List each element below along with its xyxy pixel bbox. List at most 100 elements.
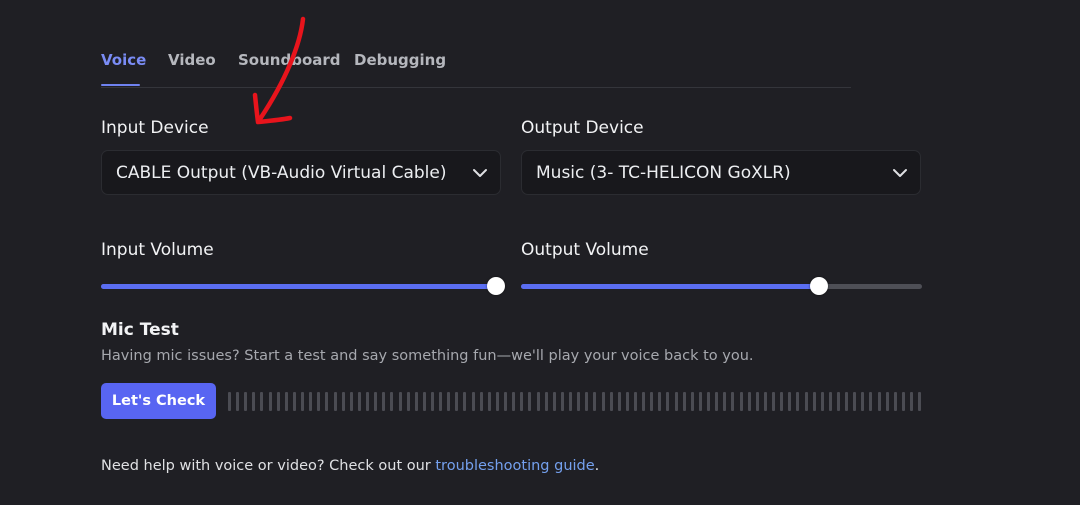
- meter-bar: [487, 392, 491, 411]
- tab-video[interactable]: Video: [168, 51, 216, 69]
- output-device-label: Output Device: [521, 118, 644, 138]
- output-volume-label: Output Volume: [521, 240, 649, 260]
- slider-fill: [101, 284, 496, 289]
- meter-bar: [828, 392, 832, 411]
- input-device-label: Input Device: [101, 118, 209, 138]
- meter-bar: [349, 392, 353, 411]
- meter-bar: [918, 392, 922, 411]
- tab-voice[interactable]: Voice: [101, 51, 146, 69]
- meter-bar: [788, 392, 792, 411]
- output-device-value: Music (3- TC-HELICON GoXLR): [536, 163, 791, 183]
- meter-bar: [910, 392, 914, 411]
- red-arrow-annotation: [252, 16, 306, 125]
- meter-bar: [747, 392, 751, 411]
- meter-bar: [528, 392, 532, 411]
- meter-bar: [625, 392, 629, 411]
- meter-bar: [609, 392, 613, 411]
- mic-level-meter: [228, 392, 922, 411]
- meter-bar: [690, 392, 694, 411]
- meter-bar: [520, 392, 524, 411]
- meter-bar: [447, 392, 451, 411]
- meter-bar: [820, 392, 824, 411]
- meter-bar: [577, 392, 581, 411]
- meter-bar: [601, 392, 605, 411]
- slider-thumb[interactable]: [486, 277, 505, 295]
- meter-bar: [357, 392, 361, 411]
- meter-bar: [642, 392, 646, 411]
- meter-bar: [715, 392, 719, 411]
- settings-tabs: Voice Video Soundboard Debugging: [101, 48, 851, 88]
- meter-bar: [731, 392, 735, 411]
- meter-bar: [406, 392, 410, 411]
- meter-bar: [414, 392, 418, 411]
- chevron-down-icon: [473, 169, 487, 177]
- meter-bar: [268, 392, 272, 411]
- meter-bar: [398, 392, 402, 411]
- meter-bar: [236, 392, 240, 411]
- meter-bar: [374, 392, 378, 411]
- meter-bar: [431, 392, 434, 411]
- meter-bar: [455, 392, 459, 411]
- meter-bar: [593, 392, 597, 411]
- meter-bar: [560, 392, 564, 411]
- help-prefix: Need help with voice or video? Check out…: [101, 458, 436, 474]
- slider-thumb[interactable]: [810, 277, 829, 295]
- meter-bar: [845, 392, 849, 411]
- meter-bar: [780, 392, 784, 411]
- meter-bar: [366, 392, 370, 411]
- meter-bar: [228, 392, 231, 411]
- meter-bar: [853, 392, 857, 411]
- meter-bar: [544, 392, 548, 411]
- troubleshooting-guide-link[interactable]: troubleshooting guide: [435, 458, 594, 474]
- meter-bar: [471, 392, 475, 411]
- meter-bar: [658, 392, 662, 411]
- meter-bar: [569, 392, 573, 411]
- meter-bar: [739, 392, 743, 411]
- meter-bar: [495, 392, 499, 411]
- meter-bar: [244, 392, 248, 411]
- meter-bar: [309, 392, 313, 411]
- lets-check-button[interactable]: Let's Check: [101, 383, 216, 419]
- meter-bar: [284, 392, 288, 411]
- meter-bar: [634, 392, 637, 411]
- meter-bar: [301, 392, 305, 411]
- meter-bar: [463, 392, 467, 411]
- meter-bar: [325, 392, 329, 411]
- chevron-down-icon: [893, 169, 907, 177]
- meter-bar: [650, 392, 654, 411]
- meter-bar: [512, 392, 516, 411]
- meter-bar: [763, 392, 767, 411]
- meter-bar: [666, 392, 670, 411]
- meter-bar: [796, 392, 800, 411]
- meter-bar: [617, 392, 621, 411]
- meter-bar: [682, 392, 686, 411]
- meter-bar: [552, 392, 556, 411]
- meter-bar: [479, 392, 483, 411]
- meter-bar: [772, 392, 776, 411]
- input-volume-slider[interactable]: [101, 277, 505, 295]
- input-device-select[interactable]: CABLE Output (VB-Audio Virtual Cable): [101, 150, 501, 195]
- meter-bar: [382, 392, 386, 411]
- meter-bar: [885, 392, 889, 411]
- input-volume-label: Input Volume: [101, 240, 214, 260]
- meter-bar: [861, 392, 865, 411]
- meter-bar: [755, 392, 759, 411]
- meter-bar: [901, 392, 905, 411]
- output-volume-slider[interactable]: [521, 277, 922, 295]
- meter-bar: [674, 392, 678, 411]
- meter-bar: [422, 392, 426, 411]
- input-device-value: CABLE Output (VB-Audio Virtual Cable): [116, 163, 447, 183]
- mic-test-title: Mic Test: [101, 320, 179, 340]
- meter-bar: [439, 392, 443, 411]
- meter-bar: [252, 392, 256, 411]
- meter-bar: [698, 392, 702, 411]
- meter-bar: [877, 392, 881, 411]
- output-device-select[interactable]: Music (3- TC-HELICON GoXLR): [521, 150, 921, 195]
- meter-bar: [390, 392, 394, 411]
- meter-bar: [504, 392, 508, 411]
- meter-bar: [260, 392, 264, 411]
- meter-bar: [536, 392, 540, 411]
- meter-bar: [292, 392, 296, 411]
- tab-debugging[interactable]: Debugging: [354, 51, 446, 69]
- meter-bar: [333, 392, 337, 411]
